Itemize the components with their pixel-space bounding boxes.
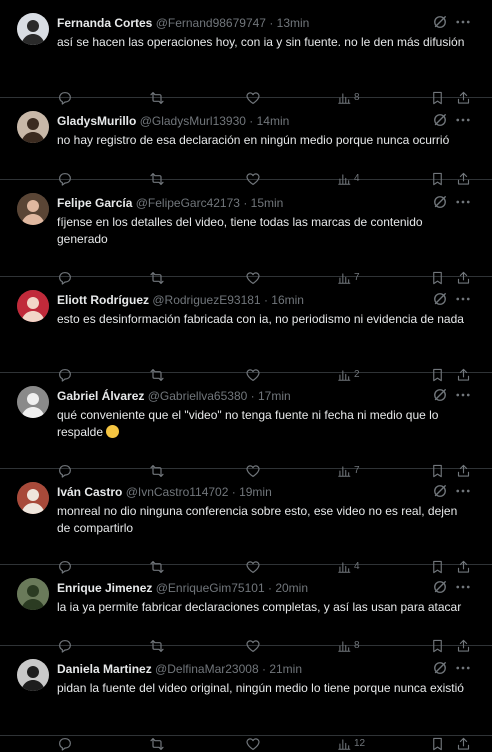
avatar[interactable] [17,482,49,514]
tweet-text: así se hacen las operaciones hoy, con ia… [57,34,467,51]
more-icon[interactable] [454,659,472,677]
grok-icon[interactable] [431,13,449,31]
tweet-reply[interactable]: Daniela Martinez @DelfinaMar23008 · 21mi… [0,646,492,751]
tweet-text: la ia ya permite fabricar declaraciones … [57,599,467,616]
author-name[interactable]: Gabriel Álvarez [57,389,144,403]
tweet-header: Fernanda Cortes @Fernand98679747 · 13min [57,15,309,31]
views-count: 12 [354,738,366,749]
author-name[interactable]: Iván Castro [57,485,122,499]
tweet-text: no hay registro de esa declaración en ni… [57,132,467,149]
separator-dot: · [249,114,254,128]
reply-feed: Fernanda Cortes @Fernand98679747 · 13min… [0,0,492,751]
avatar[interactable] [17,13,49,45]
tweet-header: Gabriel Álvarez @Gabriellva65380 · 17min [57,388,291,404]
grok-icon[interactable] [431,578,449,596]
bookmark-icon[interactable] [430,736,445,752]
separator-dot: · [243,196,248,210]
share-icon[interactable] [456,736,471,752]
tweet-text-content: fíjense en los detalles del video, tiene… [57,215,423,246]
separator-dot: · [231,485,236,499]
like-icon[interactable] [245,736,261,752]
tweet-reply[interactable]: Iván Castro @IvnCastro114702 · 19min mon… [0,469,492,574]
tweet-reply[interactable]: Gabriel Álvarez @Gabriellva65380 · 17min… [0,373,492,478]
tweet-text-content: así se hacen las operaciones hoy, con ia… [57,35,465,49]
more-icon[interactable] [454,290,472,308]
separator-dot: · [267,581,272,595]
author-handle[interactable]: @Gabriellva65380 [148,389,248,403]
author-name[interactable]: Eliott Rodríguez [57,293,149,307]
author-handle[interactable]: @RodriguezE93181 [152,293,260,307]
tweet-text: pidan la fuente del video original, ning… [57,680,467,697]
more-icon[interactable] [454,386,472,404]
separator-dot: · [263,293,268,307]
author-handle[interactable]: @IvnCastro114702 [126,485,229,499]
grok-icon[interactable] [431,111,449,129]
more-icon[interactable] [454,578,472,596]
author-handle[interactable]: @EnriqueGim75101 [156,581,265,595]
avatar[interactable] [17,386,49,418]
tweet-header: Daniela Martinez @DelfinaMar23008 · 21mi… [57,661,302,677]
author-name[interactable]: Felipe García [57,196,132,210]
tweet-text-content: la ia ya permite fabricar declaraciones … [57,600,462,614]
timestamp[interactable]: 21min [269,662,302,676]
timestamp[interactable]: 14min [257,114,290,128]
author-handle[interactable]: @FelipeGarc42173 [136,196,240,210]
separator-dot: · [261,662,266,676]
tweet-text: monreal no dio ninguna conferencia sobre… [57,503,467,537]
grok-icon[interactable] [431,386,449,404]
more-icon[interactable] [454,13,472,31]
tweet-text: fíjense en los detalles del video, tiene… [57,214,467,248]
separator-dot: · [269,16,274,30]
author-name[interactable]: Enrique Jimenez [57,581,152,595]
tweet-reply[interactable]: Enrique Jimenez @EnriqueGim75101 · 20min… [0,565,492,653]
avatar[interactable] [17,659,49,691]
tweet-text-content: no hay registro de esa declaración en ni… [57,133,450,147]
tweet-text-content: esto es desinformación fabricada con ia,… [57,312,464,326]
grok-icon[interactable] [431,659,449,677]
avatar[interactable] [17,193,49,225]
tweet-header: Iván Castro @IvnCastro114702 · 19min [57,484,272,500]
tweet-reply[interactable]: Fernanda Cortes @Fernand98679747 · 13min… [0,0,492,105]
tweet-reply[interactable]: Felipe García @FelipeGarc42173 · 15min f… [0,180,492,285]
timestamp[interactable]: 13min [277,16,310,30]
reply-icon[interactable] [57,736,73,752]
more-icon[interactable] [454,482,472,500]
timestamp[interactable]: 20min [275,581,308,595]
author-name[interactable]: Daniela Martinez [57,662,152,676]
tweet-text-content: pidan la fuente del video original, ning… [57,681,464,695]
avatar[interactable] [17,578,49,610]
tweet-reply[interactable]: GladysMurillo @GladysMurl13930 · 14min n… [0,98,492,186]
grok-icon[interactable] [431,193,449,211]
tweet-text: esto es desinformación fabricada con ia,… [57,311,467,328]
author-handle[interactable]: @GladysMurl13930 [140,114,246,128]
tweet-header: Eliott Rodríguez @RodriguezE93181 · 16mi… [57,292,304,308]
timestamp[interactable]: 15min [251,196,284,210]
more-icon[interactable] [454,193,472,211]
grok-icon[interactable] [431,290,449,308]
avatar[interactable] [17,290,49,322]
tweet-header: Enrique Jimenez @EnriqueGim75101 · 20min [57,580,308,596]
author-handle[interactable]: @DelfinaMar23008 [155,662,259,676]
retweet-icon[interactable] [149,736,165,752]
more-icon[interactable] [454,111,472,129]
timestamp[interactable]: 19min [239,485,272,499]
tweet-reply[interactable]: Eliott Rodríguez @RodriguezE93181 · 16mi… [0,277,492,382]
avatar[interactable] [17,111,49,143]
views-button[interactable]: 12 [337,736,377,752]
timestamp[interactable]: 17min [258,389,291,403]
author-name[interactable]: GladysMurillo [57,114,136,128]
author-name[interactable]: Fernanda Cortes [57,16,152,30]
author-handle[interactable]: @Fernand98679747 [156,16,266,30]
separator-dot: · [250,389,255,403]
thinking-face-icon [106,425,120,438]
grok-icon[interactable] [431,482,449,500]
tweet-text-content: monreal no dio ninguna conferencia sobre… [57,504,458,535]
timestamp[interactable]: 16min [271,293,304,307]
tweet-header: Felipe García @FelipeGarc42173 · 15min [57,195,283,211]
tweet-text: qué conveniente que el "video" no tenga … [57,407,467,441]
tweet-header: GladysMurillo @GladysMurl13930 · 14min [57,113,289,129]
